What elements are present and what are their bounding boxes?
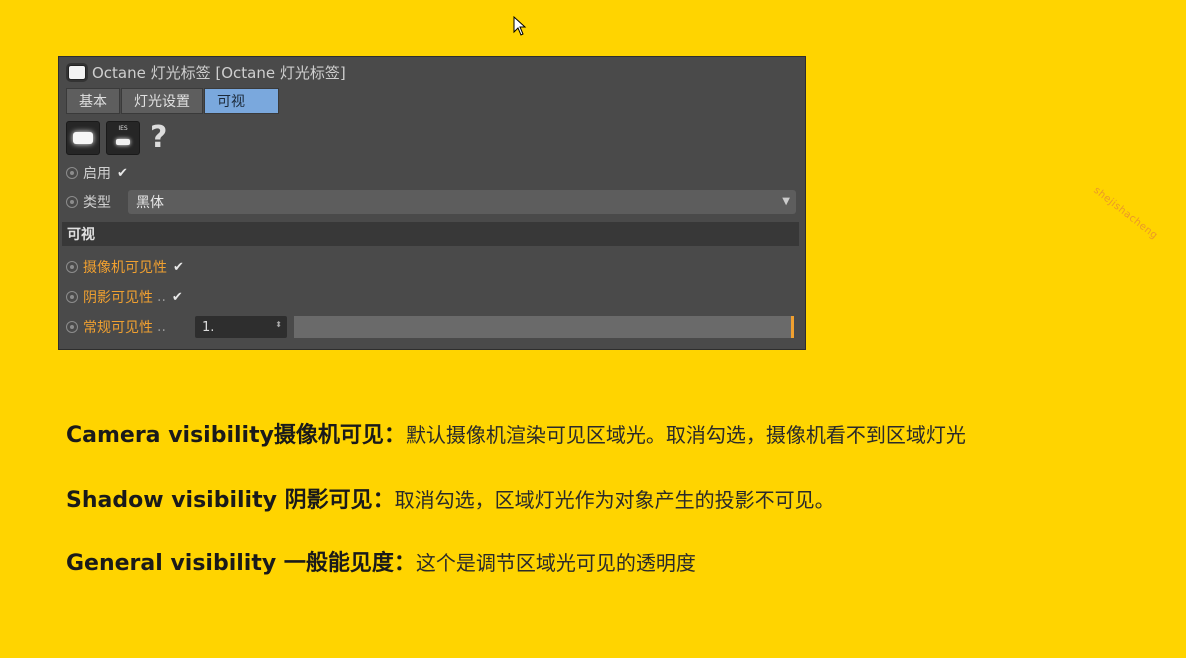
visibility-section-header: 可视 (62, 222, 799, 246)
shadow-visibility-row: 阴影可见性 .. ✔ (66, 285, 183, 309)
tab-visibility[interactable]: 可视 (204, 88, 279, 114)
type-radio[interactable] (66, 196, 78, 208)
slider-fill (294, 316, 794, 338)
stepper-icon[interactable]: ⬍ (275, 320, 282, 329)
camera-visibility-checkbox[interactable]: ✔ (173, 260, 184, 275)
type-dropdown-value: 黑体 (136, 195, 164, 211)
camera-visibility-row: 摄像机可见性 ✔ (66, 255, 184, 279)
camera-visibility-desc-title: Camera visibility摄像机可见： (66, 423, 406, 448)
tab-basic[interactable]: 基本 (66, 88, 120, 114)
panel-titlebar: Octane 灯光标签 [Octane 灯光标签] (59, 57, 805, 87)
mouse-cursor-icon (513, 16, 527, 36)
octane-light-tag-panel: Octane 灯光标签 [Octane 灯光标签] 基本 灯光设置 可视 IES… (58, 56, 806, 350)
general-visibility-value: 1. (202, 319, 215, 335)
watermark: shejishacheng (1091, 185, 1160, 242)
light-tag-icon (68, 64, 86, 80)
chevron-down-icon: ▼ (782, 196, 790, 207)
general-visibility-desc-text: 这个是调节区域光可见的透明度 (415, 551, 696, 575)
lamp-glow (73, 131, 93, 144)
type-dropdown[interactable]: 黑体 ▼ (128, 190, 796, 214)
general-visibility-label: 常规可见性 (83, 320, 153, 336)
shadow-visibility-desc-text: 取消勾选，区域灯光作为对象产生的投影不可见。 (394, 488, 835, 512)
general-visibility-desc-title: General visibility 一般能见度： (66, 551, 416, 576)
shadow-visibility-radio[interactable] (66, 291, 78, 303)
enable-row: 启用 ✔ (66, 161, 128, 185)
type-label: 类型 (83, 195, 111, 211)
general-visibility-slider[interactable] (294, 316, 794, 338)
shadow-visibility-dots: .. (157, 289, 166, 305)
shadow-visibility-checkbox[interactable]: ✔ (172, 290, 183, 305)
shadow-visibility-desc-title: Shadow visibility 阴影可见： (66, 488, 395, 513)
tab-light-settings[interactable]: 灯光设置 (121, 88, 203, 114)
shadow-visibility-label: 阴影可见性 (83, 290, 153, 306)
camera-visibility-radio[interactable] (66, 261, 78, 273)
shadow-visibility-description: Shadow visibility 阴影可见：取消勾选，区域灯光作为对象产生的投… (66, 482, 835, 514)
enable-checkbox[interactable]: ✔ (117, 166, 128, 181)
ies-lamp-icon[interactable]: IES (106, 120, 140, 155)
tab-bar: 基本 灯光设置 可视 (66, 88, 279, 114)
general-visibility-dots: .. (157, 319, 166, 335)
enable-radio[interactable] (66, 167, 78, 179)
ies-label: IES (118, 124, 128, 132)
camera-visibility-label: 摄像机可见性 (83, 260, 167, 276)
camera-visibility-desc-text: 默认摄像机渲染可见区域光。取消勾选，摄像机看不到区域灯光 (405, 423, 966, 447)
slider-handle[interactable] (791, 316, 794, 338)
enable-label: 启用 (83, 166, 111, 182)
help-icon[interactable]: ? (150, 120, 167, 155)
general-visibility-description: General visibility 一般能见度：这个是调节区域光可见的透明度 (66, 545, 696, 577)
general-visibility-row: 常规可见性 .. (66, 315, 166, 339)
type-row: 类型 (66, 190, 111, 214)
icon-toolbar: IES ? (66, 120, 167, 155)
ies-glow (116, 138, 130, 145)
camera-visibility-description: Camera visibility摄像机可见：默认摄像机渲染可见区域光。取消勾选… (66, 417, 966, 449)
panel-title: Octane 灯光标签 [Octane 灯光标签] (92, 63, 346, 82)
general-visibility-input[interactable]: 1. ⬍ (195, 316, 287, 338)
lamp-icon[interactable] (66, 120, 100, 155)
general-visibility-radio[interactable] (66, 321, 78, 333)
